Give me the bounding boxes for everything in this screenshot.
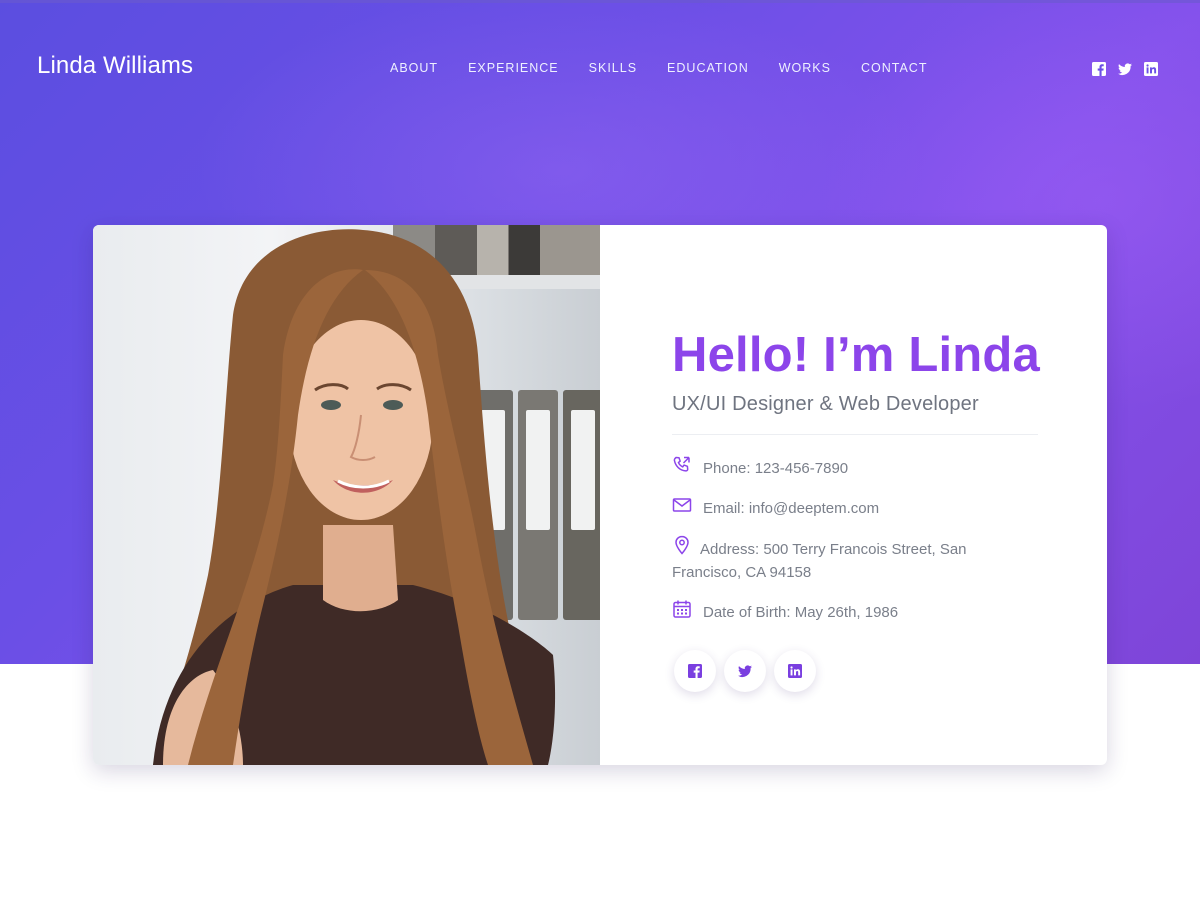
linkedin-icon[interactable] bbox=[1144, 62, 1158, 76]
facebook-icon bbox=[688, 664, 702, 678]
profile-info: Hello! I’m Linda UX/UI Designer & Web De… bbox=[600, 225, 1107, 765]
profile-card: Hello! I’m Linda UX/UI Designer & Web De… bbox=[93, 225, 1107, 765]
top-border bbox=[0, 0, 1200, 3]
twitter-icon[interactable] bbox=[1118, 62, 1132, 76]
linkedin-button[interactable] bbox=[774, 650, 816, 692]
portrait-illustration bbox=[153, 229, 556, 765]
main-nav: ABOUT EXPERIENCE SKILLS EDUCATION WORKS … bbox=[390, 61, 957, 75]
contact-dob: Date of Birth: May 26th, 1986 bbox=[672, 599, 1038, 624]
facebook-icon[interactable] bbox=[1092, 62, 1106, 76]
twitter-button[interactable] bbox=[724, 650, 766, 692]
dob-text: Date of Birth: May 26th, 1986 bbox=[703, 604, 899, 621]
role-subtitle: UX/UI Designer & Web Developer bbox=[672, 393, 979, 415]
address-text: Address: 500 Terry Francois Street, San … bbox=[672, 541, 967, 581]
phone-icon bbox=[672, 455, 694, 477]
contact-email: Email: info@deeptem.com bbox=[672, 497, 1038, 520]
nav-skills[interactable]: SKILLS bbox=[589, 61, 637, 75]
facebook-button[interactable] bbox=[674, 650, 716, 692]
nav-experience[interactable]: EXPERIENCE bbox=[468, 61, 559, 75]
divider bbox=[672, 434, 1038, 435]
calendar-icon bbox=[672, 599, 694, 621]
greeting-title: Hello! I’m Linda bbox=[672, 328, 1040, 382]
profile-social-links bbox=[674, 650, 1107, 692]
nav-about[interactable]: ABOUT bbox=[390, 61, 438, 75]
nav-education[interactable]: EDUCATION bbox=[667, 61, 749, 75]
twitter-icon bbox=[738, 664, 752, 678]
nav-contact[interactable]: CONTACT bbox=[861, 61, 928, 75]
mail-icon bbox=[672, 495, 694, 517]
header-social-links bbox=[1092, 62, 1158, 76]
phone-text: Phone: 123-456-7890 bbox=[703, 460, 849, 477]
nav-works[interactable]: WORKS bbox=[779, 61, 831, 75]
contact-address: Address: 500 Terry Francois Street, San … bbox=[672, 535, 1038, 584]
profile-photo bbox=[93, 225, 600, 765]
linkedin-icon bbox=[788, 664, 802, 678]
site-brand[interactable]: Linda Williams bbox=[37, 52, 193, 80]
contact-phone: Phone: 123-456-7890 bbox=[672, 455, 1038, 480]
location-pin-icon bbox=[672, 535, 694, 557]
email-text: Email: info@deeptem.com bbox=[703, 500, 880, 517]
